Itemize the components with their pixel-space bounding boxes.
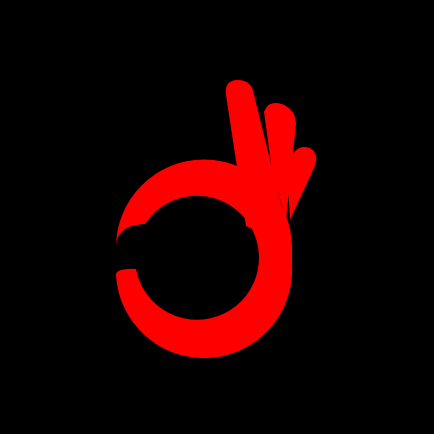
app-icon	[0, 0, 434, 434]
ok-hand-shape	[115, 80, 317, 359]
ring-finger-shape	[288, 147, 317, 220]
ok-hand-icon	[115, 80, 317, 359]
